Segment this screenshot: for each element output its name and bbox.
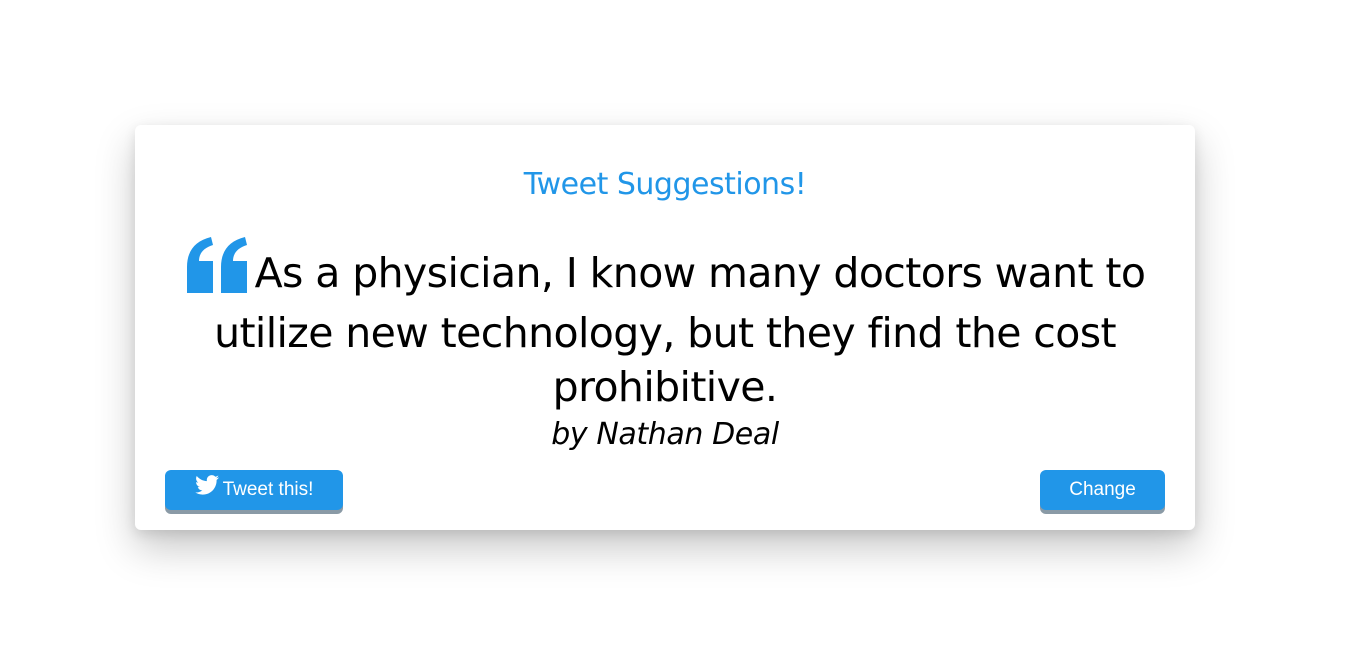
quote-author: by Nathan Deal <box>551 417 779 452</box>
change-button[interactable]: Change <box>1040 470 1165 510</box>
tweet-button[interactable]: Tweet this! <box>165 470 343 510</box>
quote-card: Tweet Suggestions! As a physician, I kno… <box>135 125 1195 530</box>
page-title: Tweet Suggestions! <box>523 167 807 202</box>
quote-text: As a physician, I know many doctors want… <box>214 249 1146 411</box>
tweet-button-label: Tweet this! <box>222 479 314 500</box>
quote-block: As a physician, I know many doctors want… <box>165 237 1165 414</box>
change-button-label: Change <box>1069 479 1136 500</box>
quote-left-icon <box>185 237 249 306</box>
twitter-icon <box>194 475 219 501</box>
